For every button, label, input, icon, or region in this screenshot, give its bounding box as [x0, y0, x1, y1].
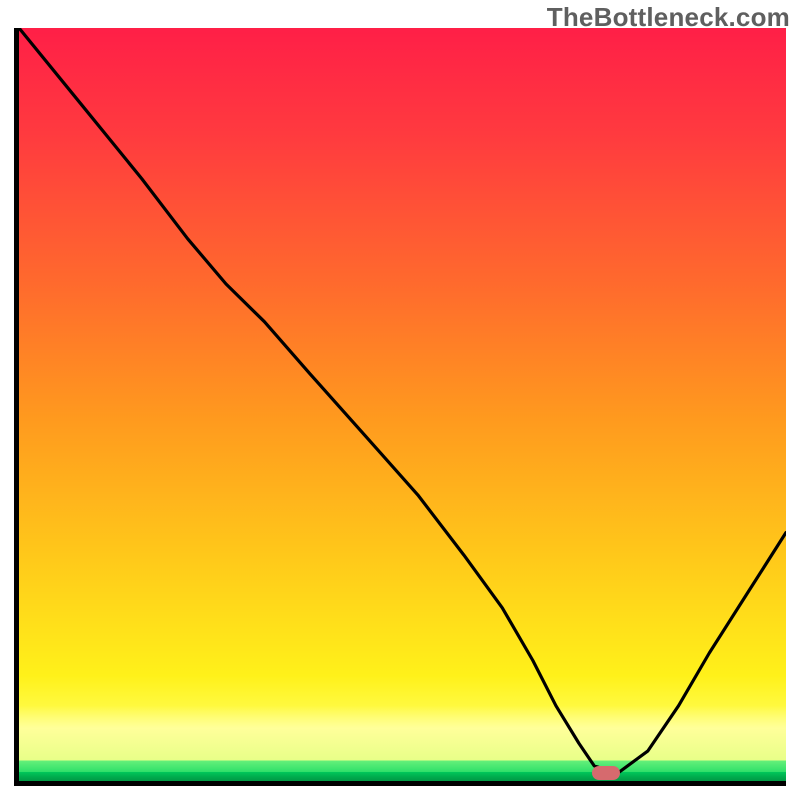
- watermark-text: TheBottleneck.com: [547, 2, 790, 33]
- chart-stage: TheBottleneck.com: [0, 0, 800, 800]
- bottleneck-curve: [19, 28, 786, 781]
- plot-area: [14, 28, 786, 786]
- optimal-marker: [592, 766, 620, 780]
